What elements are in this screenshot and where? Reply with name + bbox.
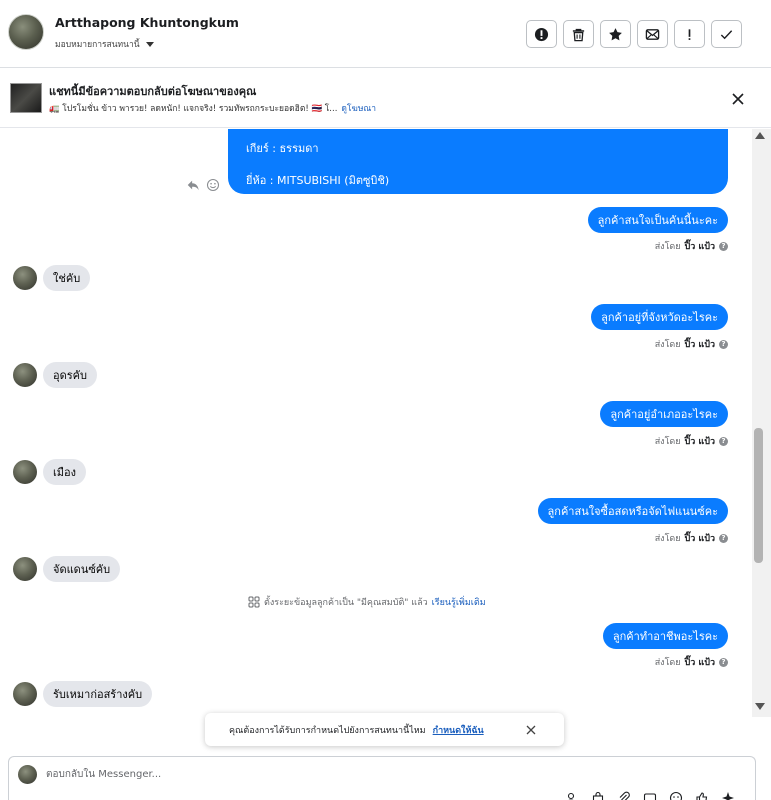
- contact-avatar: [13, 682, 37, 706]
- help-icon[interactable]: ?: [719, 241, 728, 251]
- reply-icon[interactable]: [186, 178, 200, 192]
- learn-more-link[interactable]: เรียนรู้เพิ่มเติม: [432, 595, 486, 609]
- report-icon: [534, 27, 549, 41]
- message-thread: เกียร์ : ธรรมดา ยี่ห้อ : MITSUBISHI (มิต…: [0, 129, 752, 756]
- contact-avatar: [13, 460, 37, 484]
- outgoing-message-bubble: ลูกค้าอยู่อำเภออะไรคะ: [600, 401, 728, 427]
- done-icon: [720, 29, 733, 39]
- assign-label: มอบหมายการสนทนานี้: [55, 40, 140, 50]
- help-icon[interactable]: ?: [719, 339, 728, 349]
- mark-done-button[interactable]: [711, 20, 742, 48]
- conversation-header: Artthapong Khuntongkum มอบหมายการสนทนานี…: [0, 0, 771, 68]
- ad-description-text: 🚛 โปรโมชั่น ข้าว พารวย! ลดหนัก! แจกจริง!…: [49, 104, 338, 114]
- incoming-message-bubble: เมือง: [43, 459, 86, 485]
- gif-icon[interactable]: [643, 791, 657, 800]
- view-ad-link[interactable]: ดูโฆษณา: [341, 104, 376, 114]
- add-person-icon[interactable]: [565, 791, 579, 800]
- star-icon: [609, 27, 622, 40]
- sent-by-label: ส่งโดย ปิ๊ว แป้ว?: [655, 337, 728, 351]
- page-avatar: [18, 765, 37, 784]
- sent-by-label: ส่งโดย ปิ๊ว แป้ว?: [655, 239, 728, 253]
- delete-button[interactable]: [563, 20, 594, 48]
- message-actions: [186, 178, 220, 192]
- system-message: ตั้งระยะข้อมูลลูกค้าเป็น "มีคุณสมบัติ" แ…: [248, 595, 486, 609]
- help-icon[interactable]: ?: [719, 436, 728, 446]
- sent-by-label: ส่งโดย ปิ๊ว แป้ว?: [655, 434, 728, 448]
- header-actions: [526, 20, 742, 48]
- incoming-message: อุดรคับ: [13, 362, 97, 388]
- mark-unread-icon: [645, 28, 660, 40]
- sender-name: ปิ๊ว แป้ว: [684, 340, 715, 350]
- reaction-smiley-icon[interactable]: [206, 178, 220, 192]
- shopping-bag-icon[interactable]: [591, 791, 605, 800]
- sent-by-prefix: ส่งโดย: [654, 658, 681, 668]
- system-message-text: ตั้งระยะข้อมูลลูกค้าเป็น "มีคุณสมบัติ" แ…: [264, 598, 428, 608]
- outgoing-message-bubble: เกียร์ : ธรรมดา ยี่ห้อ : MITSUBISHI (มิต…: [228, 129, 728, 194]
- ad-banner-title: แชทนี้มีข้อความตอบกลับต่อโฆษณาของคุณ: [49, 85, 257, 98]
- help-icon[interactable]: ?: [719, 657, 728, 667]
- ad-banner-description: 🚛 โปรโมชั่น ข้าว พารวย! ลดหนัก! แจกจริง!…: [49, 101, 376, 115]
- message-line-brand: ยี่ห้อ : MITSUBISHI (มิตซูบิชิ): [246, 174, 390, 187]
- like-icon[interactable]: [695, 791, 709, 800]
- sent-by-label: ส่งโดย ปิ๊ว แป้ว?: [655, 531, 728, 545]
- contact-avatar: [13, 557, 37, 581]
- assign-conversation-dropdown[interactable]: มอบหมายการสนทนานี้: [55, 37, 154, 51]
- contact-name[interactable]: Artthapong Khuntongkum: [55, 15, 239, 30]
- ad-reply-banner: แชทนี้มีข้อความตอบกลับต่อโฆษณาของคุณ 🚛 โ…: [0, 68, 771, 128]
- sender-name: ปิ๊ว แป้ว: [684, 242, 715, 252]
- caret-down-icon: [145, 41, 154, 47]
- scrollbar-thumb[interactable]: [754, 428, 763, 563]
- incoming-message: จัดแดนซ์คับ: [13, 556, 121, 582]
- sender-name: ปิ๊ว แป้ว: [684, 658, 715, 668]
- outgoing-message-bubble: ลูกค้าสนใจเป็นคันนี้นะคะ: [587, 207, 728, 233]
- incoming-message: ใช่คับ: [13, 265, 91, 291]
- incoming-message: เมือง: [13, 459, 86, 485]
- ad-thumbnail: [10, 83, 42, 113]
- contact-avatar[interactable]: [8, 14, 44, 50]
- outgoing-message-bubble: ลูกค้าสนใจซื้อสดหรือจัดไฟแนนซ์คะ: [537, 498, 728, 524]
- sent-by-label: ส่งโดย ปิ๊ว แป้ว?: [655, 655, 728, 669]
- close-notice-icon[interactable]: [525, 724, 537, 736]
- sent-by-prefix: ส่งโดย: [654, 437, 681, 447]
- sent-by-prefix: ส่งโดย: [654, 242, 681, 252]
- incoming-message-bubble: ใช่คับ: [43, 265, 91, 291]
- message-line-gear: เกียร์ : ธรรมดา: [246, 142, 319, 155]
- report-button[interactable]: [526, 20, 557, 48]
- close-banner-icon[interactable]: [729, 90, 747, 108]
- spam-button[interactable]: [674, 20, 705, 48]
- assign-notice-toast: คุณต้องการได้รับการกำหนดไปยังการสนทนานี้…: [205, 713, 564, 746]
- contact-avatar: [13, 266, 37, 290]
- sent-by-prefix: ส่งโดย: [654, 340, 681, 350]
- star-button[interactable]: [600, 20, 631, 48]
- sender-name: ปิ๊ว แป้ว: [684, 534, 715, 544]
- assign-notice-text: คุณต้องการได้รับการกำหนดไปยังการสนทนานี้…: [229, 725, 426, 736]
- composer-area: [0, 756, 771, 800]
- emoji-icon[interactable]: [669, 791, 683, 800]
- incoming-message: รับเหมาก่อสร้างคับ: [13, 681, 153, 707]
- attach-icon[interactable]: [617, 791, 631, 800]
- mark-unread-button[interactable]: [637, 20, 668, 48]
- help-icon[interactable]: ?: [719, 533, 728, 543]
- qualified-lead-icon: [248, 596, 260, 608]
- contact-avatar: [13, 363, 37, 387]
- trash-icon: [572, 28, 585, 41]
- sparkle-icon[interactable]: [721, 791, 735, 800]
- reply-input[interactable]: [46, 765, 546, 783]
- outgoing-message-bubble: ลูกค้าอยู่ที่จังหวัดอะไรคะ: [591, 304, 728, 330]
- composer-toolbar: [565, 791, 735, 800]
- incoming-message-bubble: จัดแดนซ์คับ: [43, 556, 121, 582]
- outgoing-message-bubble: ลูกค้าทำอาชีพอะไรคะ: [602, 623, 728, 649]
- spam-icon: [688, 28, 691, 40]
- incoming-message-bubble: อุดรคับ: [43, 362, 97, 388]
- scrollbar-track[interactable]: [752, 129, 771, 717]
- scroll-up-arrow-icon[interactable]: [755, 132, 765, 139]
- sender-name: ปิ๊ว แป้ว: [684, 437, 715, 447]
- sent-by-prefix: ส่งโดย: [654, 534, 681, 544]
- assign-to-me-link[interactable]: กำหนดให้ฉัน: [433, 723, 484, 737]
- incoming-message-bubble: รับเหมาก่อสร้างคับ: [43, 681, 153, 707]
- scroll-down-arrow-icon[interactable]: [755, 703, 765, 710]
